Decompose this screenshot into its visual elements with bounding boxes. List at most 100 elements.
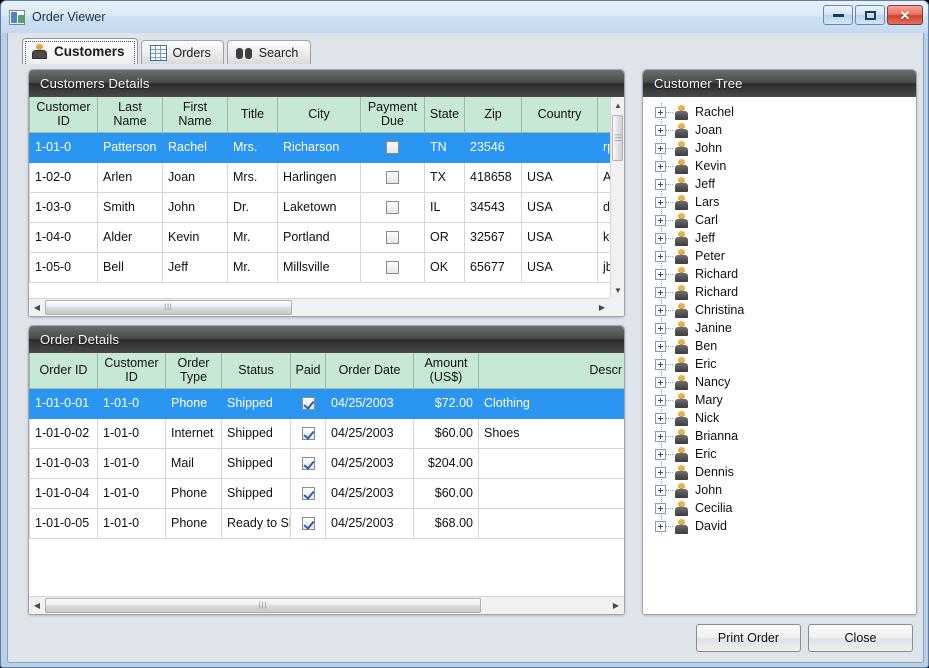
scroll-right-icon[interactable]: ▶: [608, 597, 624, 615]
col-first-name[interactable]: First Name: [162, 97, 228, 133]
customers-vertical-scrollbar[interactable]: ▲ ||| ▼: [610, 97, 624, 298]
payment-due-checkbox[interactable]: [386, 231, 399, 245]
paid-checkbox-cell[interactable]: [290, 447, 326, 479]
col-order-date[interactable]: Order Date: [325, 353, 414, 389]
table-cell[interactable]: Phone: [165, 477, 222, 509]
table-cell[interactable]: ke: [597, 221, 610, 253]
table-cell[interactable]: Millsville: [277, 251, 361, 283]
orders-hscroll-thumb[interactable]: |||: [45, 598, 481, 613]
table-row[interactable]: 1-03-0SmithJohnDr.Laketown IL34543USAda: [29, 191, 610, 223]
payment-due-checkbox-cell[interactable]: [360, 131, 425, 163]
expand-plus-icon[interactable]: [655, 142, 666, 154]
payment-due-checkbox-cell[interactable]: [360, 161, 425, 193]
expand-plus-icon[interactable]: [655, 232, 666, 244]
tree-node[interactable]: Eric: [649, 445, 916, 463]
table-cell[interactable]: USA: [521, 161, 598, 193]
tree-node[interactable]: Lars: [649, 193, 916, 211]
customers-hscroll-thumb[interactable]: |||: [45, 300, 292, 315]
table-cell[interactable]: 32567: [464, 221, 522, 253]
table-cell[interactable]: 04/25/2003: [325, 417, 414, 449]
col-email-partial[interactable]: [597, 97, 610, 133]
table-cell[interactable]: 65677: [464, 251, 522, 283]
tree-node[interactable]: Richard: [649, 265, 916, 283]
table-cell[interactable]: John: [162, 191, 228, 223]
expand-plus-icon[interactable]: [655, 178, 666, 190]
tree-node[interactable]: Kevin: [649, 157, 916, 175]
tree-node[interactable]: Ben: [649, 337, 916, 355]
table-row[interactable]: 1-02-0ArlenJoanMrs.Harlingen TX418658USAA…: [29, 161, 610, 193]
table-cell[interactable]: 23546: [464, 131, 522, 163]
table-cell[interactable]: 1-01-0-04: [29, 477, 98, 509]
payment-due-checkbox[interactable]: [386, 141, 399, 155]
col-order-type[interactable]: Order Type: [165, 353, 222, 389]
table-cell[interactable]: $72.00: [413, 387, 479, 419]
table-cell[interactable]: $60.00: [413, 417, 479, 449]
maximize-button[interactable]: [855, 5, 885, 25]
paid-checkbox-cell[interactable]: [290, 387, 326, 419]
table-cell[interactable]: 1-03-0: [29, 191, 98, 223]
tree-node[interactable]: Christina: [649, 301, 916, 319]
table-cell[interactable]: Phone: [165, 507, 222, 539]
minimize-button[interactable]: [823, 5, 853, 25]
table-cell[interactable]: 1-01-0: [97, 507, 166, 539]
table-cell[interactable]: Phone: [165, 387, 222, 419]
paid-checkbox-cell[interactable]: [290, 417, 326, 449]
table-cell[interactable]: USA: [521, 191, 598, 223]
expand-plus-icon[interactable]: [655, 304, 666, 316]
tree-node[interactable]: Eric: [649, 355, 916, 373]
col-last-name[interactable]: Last Name: [97, 97, 163, 133]
expand-plus-icon[interactable]: [655, 502, 666, 514]
scroll-left-icon[interactable]: ◀: [29, 597, 45, 615]
table-cell[interactable]: USA: [521, 221, 598, 253]
expand-plus-icon[interactable]: [655, 466, 666, 478]
table-cell[interactable]: IL: [424, 191, 465, 223]
table-cell[interactable]: Mrs.: [227, 131, 278, 163]
tree-node[interactable]: Nancy: [649, 373, 916, 391]
expand-plus-icon[interactable]: [655, 214, 666, 226]
table-cell[interactable]: Mr.: [227, 251, 278, 283]
table-cell[interactable]: Shipped: [221, 417, 291, 449]
tab-orders[interactable]: Orders: [140, 40, 224, 64]
tree-node[interactable]: Carl: [649, 211, 916, 229]
payment-due-checkbox-cell[interactable]: [360, 221, 425, 253]
scroll-up-icon[interactable]: ▲: [611, 97, 624, 113]
table-cell[interactable]: Shipped: [221, 387, 291, 419]
expand-plus-icon[interactable]: [655, 520, 666, 532]
table-cell[interactable]: 04/25/2003: [325, 387, 414, 419]
table-cell[interactable]: rp: [597, 131, 610, 163]
expand-plus-icon[interactable]: [655, 394, 666, 406]
table-cell[interactable]: Kevin: [162, 221, 228, 253]
table-cell[interactable]: Joan: [162, 161, 228, 193]
table-row[interactable]: 1-04-0AlderKevinMr.Portland OR32567USAke: [29, 221, 610, 253]
table-cell[interactable]: [521, 131, 598, 163]
tree-node[interactable]: John: [649, 481, 916, 499]
payment-due-checkbox-cell[interactable]: [360, 191, 425, 223]
table-cell[interactable]: [478, 507, 624, 539]
col-zip[interactable]: Zip: [464, 97, 522, 133]
scroll-down-icon[interactable]: ▼: [611, 282, 624, 298]
table-cell[interactable]: Shoes: [478, 417, 624, 449]
tree-node[interactable]: Rachel: [649, 103, 916, 121]
payment-due-checkbox[interactable]: [386, 201, 399, 215]
tree-node[interactable]: Peter: [649, 247, 916, 265]
customer-tree-list[interactable]: Rachel Joan John Kevin Jeff Lars Carl Jeff Peter…: [643, 97, 916, 614]
paid-checkbox[interactable]: [301, 457, 315, 471]
expand-plus-icon[interactable]: [655, 376, 666, 388]
table-cell[interactable]: Shipped: [221, 477, 291, 509]
col-city[interactable]: City: [277, 97, 361, 133]
expand-plus-icon[interactable]: [655, 106, 666, 118]
table-cell[interactable]: 1-01-0: [29, 131, 98, 163]
table-cell[interactable]: Bell: [97, 251, 163, 283]
tree-node[interactable]: Richard: [649, 283, 916, 301]
table-cell[interactable]: Harlingen: [277, 161, 361, 193]
expand-plus-icon[interactable]: [655, 268, 666, 280]
table-cell[interactable]: TX: [424, 161, 465, 193]
table-row[interactable]: 1-01-0-03 1-01-0 Mail Shipped 04/25/2003 $204…: [29, 447, 624, 479]
col-paid[interactable]: Paid: [290, 353, 326, 389]
paid-checkbox[interactable]: [301, 397, 315, 411]
tab-search[interactable]: Search: [226, 40, 312, 64]
table-row[interactable]: 1-01-0-02 1-01-0 Internet Shipped 04/25/2003…: [29, 417, 624, 449]
table-cell[interactable]: 1-02-0: [29, 161, 98, 193]
table-cell[interactable]: Clothing: [478, 387, 624, 419]
col-state[interactable]: State: [424, 97, 465, 133]
